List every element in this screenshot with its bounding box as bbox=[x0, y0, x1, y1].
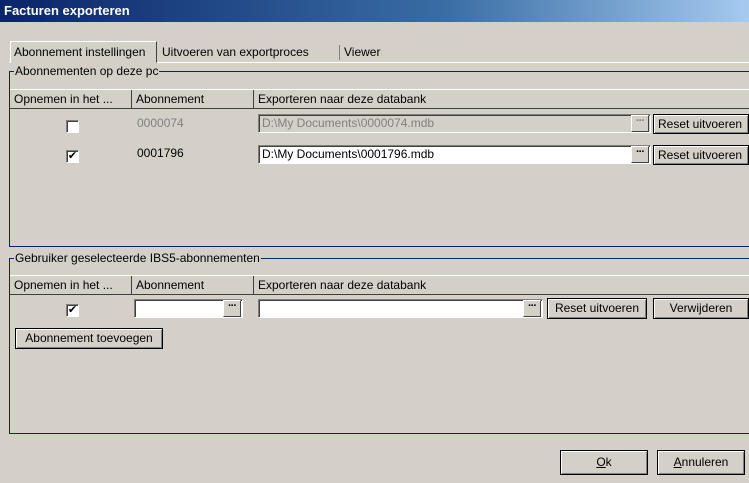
database-browse-ellipsis-icon[interactable]: ··· bbox=[523, 300, 541, 317]
column-header-abonnement[interactable]: Abonnement bbox=[132, 90, 254, 109]
group-ibs5-abonnementen-title: Gebruiker geselecteerde IBS5-abonnemente… bbox=[14, 251, 261, 265]
cancel-label-rest: nnuleren bbox=[681, 455, 729, 469]
include-checkbox-new[interactable]: ✔ bbox=[66, 304, 79, 317]
ok-mnemonic: O bbox=[596, 455, 606, 469]
tab-viewer[interactable]: Viewer bbox=[341, 43, 386, 63]
reset-button-0001796[interactable]: Reset uitvoeren bbox=[653, 145, 749, 165]
tab-abonnement-instellingen[interactable]: Abonnement instellingen bbox=[10, 41, 157, 63]
reset-uitvoeren-button[interactable]: Reset uitvoeren bbox=[547, 298, 647, 319]
group1-header: Opnemen in het ... Abonnement Exporteren… bbox=[10, 89, 749, 109]
cancel-mnemonic: A bbox=[673, 455, 682, 469]
abonnement-code-0000074: 0000074 bbox=[137, 116, 184, 130]
column-header-opnemen[interactable]: Opnemen in het ... bbox=[10, 90, 132, 109]
include-checkbox-0000074[interactable] bbox=[66, 120, 79, 133]
group-abonnementen-pc-title: Abonnementen op deze pc bbox=[14, 64, 160, 78]
browse-ellipsis-icon[interactable]: ··· bbox=[631, 146, 649, 163]
group2-header: Opnemen in het ... Abonnement Exporteren… bbox=[10, 275, 749, 295]
abonnement-toevoegen-button[interactable]: Abonnement toevoegen bbox=[15, 328, 163, 349]
column-header-opnemen[interactable]: Opnemen in het ... bbox=[10, 276, 132, 295]
checkmark-icon: ✔ bbox=[67, 304, 78, 316]
abonnement-browse-ellipsis-icon[interactable]: ··· bbox=[223, 300, 241, 317]
verwijderen-button[interactable]: Verwijderen bbox=[653, 298, 749, 319]
include-checkbox-0001796[interactable]: ✔ bbox=[66, 150, 79, 163]
column-header-exporteren[interactable]: Exporteren naar deze databank bbox=[254, 276, 749, 295]
reset-button-0000074[interactable]: Reset uitvoeren bbox=[653, 114, 749, 134]
tab-uitvoeren-exportproces[interactable]: Uitvoeren van exportproces bbox=[159, 43, 339, 63]
checkmark-icon: ✔ bbox=[67, 150, 78, 162]
database-path-input[interactable] bbox=[258, 299, 543, 318]
ok-label-rest: k bbox=[605, 455, 612, 469]
column-header-abonnement[interactable]: Abonnement bbox=[132, 276, 254, 295]
column-header-exporteren[interactable]: Exporteren naar deze databank bbox=[254, 90, 749, 109]
abonnement-code-0001796: 0001796 bbox=[137, 146, 184, 160]
ok-button[interactable]: Ok bbox=[560, 450, 648, 475]
database-path-field-0001796[interactable]: D:\My Documents\0001796.mdb bbox=[258, 145, 651, 164]
browse-ellipsis-icon[interactable]: ··· bbox=[631, 115, 649, 132]
tab-separator bbox=[339, 45, 340, 60]
database-path-field-0000074[interactable]: D:\My Documents\0000074.mdb bbox=[258, 114, 651, 133]
annuleren-button[interactable]: Annuleren bbox=[657, 450, 745, 475]
window-title: Facturen exporteren bbox=[0, 0, 749, 22]
